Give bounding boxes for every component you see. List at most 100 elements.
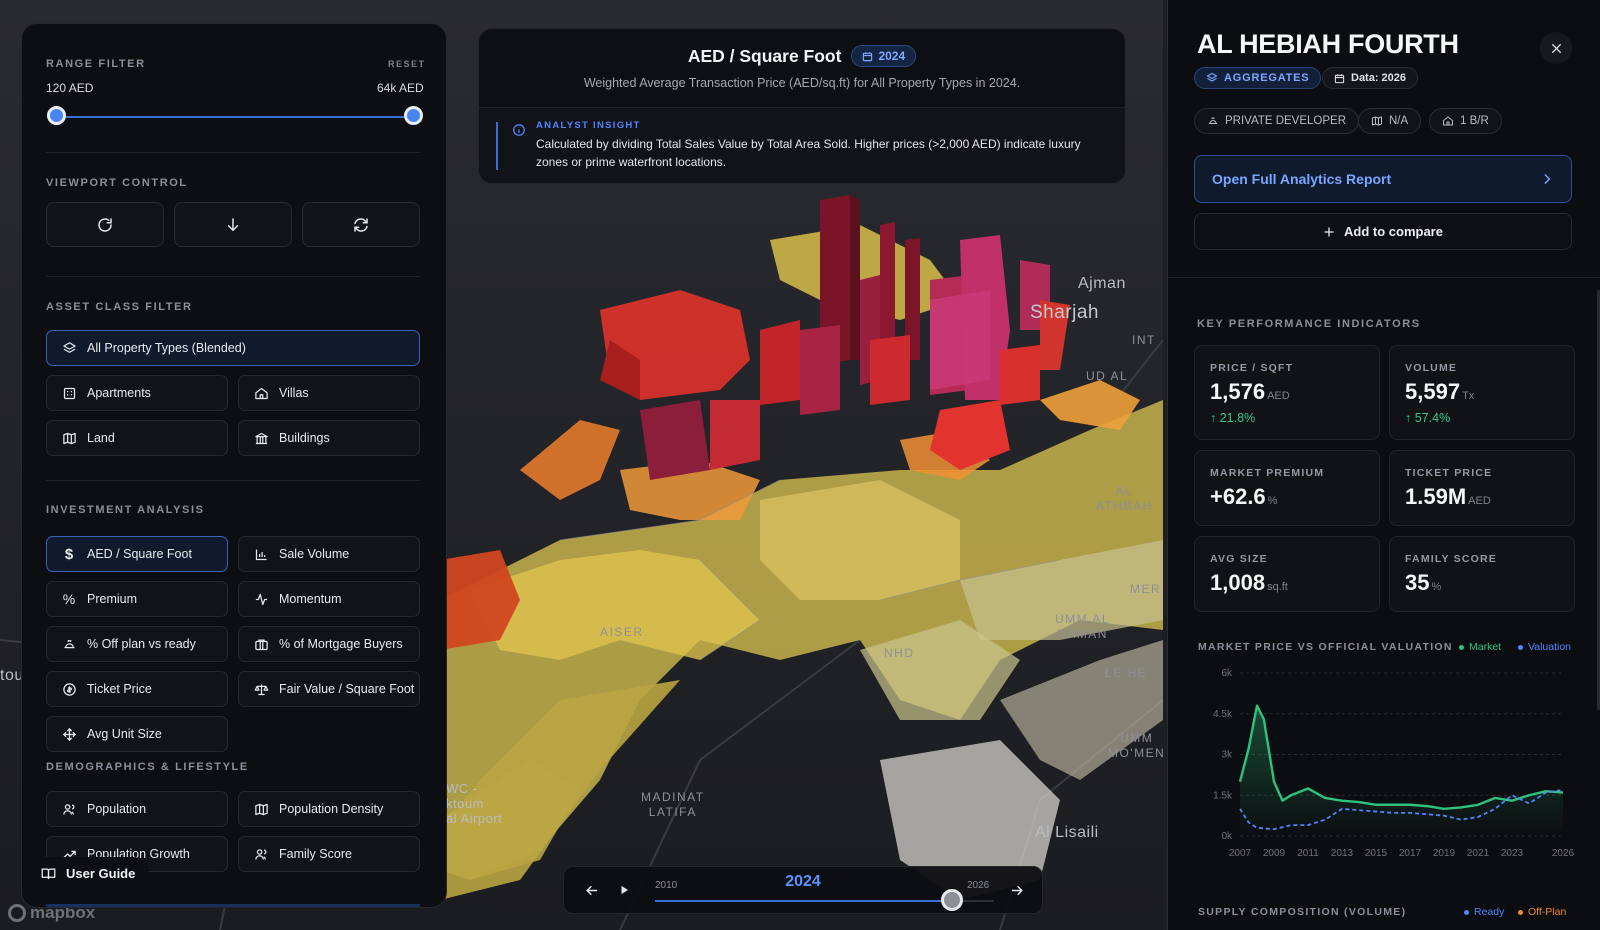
metric-aed-sqft-label: AED / Square Foot <box>87 547 192 561</box>
district-title: AL HEBIAH FOURTH <box>1197 29 1459 59</box>
asset-all-types-button[interactable]: All Property Types (Blended) <box>46 330 420 366</box>
metric-off-plan-button[interactable]: % Off plan vs ready <box>46 626 228 662</box>
open-analytics-report-button[interactable]: Open Full Analytics Report <box>1194 155 1572 203</box>
metric-avg-unit-size-button[interactable]: Avg Unit Size <box>46 716 228 752</box>
kpi-delta: ↑ 57.4% <box>1405 411 1451 425</box>
aggregates-label: AGGREGATES <box>1224 72 1310 84</box>
bar-chart-icon <box>255 549 266 560</box>
demo-family-score-button[interactable]: Family Score <box>238 836 420 872</box>
user-guide-button[interactable]: User Guide <box>25 857 149 889</box>
demo-family-score-label: Family Score <box>279 847 352 861</box>
legend-label: Ready <box>1474 906 1505 918</box>
asset-villas-label: Villas <box>279 386 309 400</box>
kpi-unit: Tx <box>1462 390 1475 402</box>
chart-ytick-label: 4.5k <box>1213 709 1233 720</box>
map-label-nhd: NHD <box>884 646 915 660</box>
legend-dot <box>1459 644 1464 650</box>
home-icon <box>254 387 268 399</box>
tag-developer-label: PRIVATE DEVELOPER <box>1225 115 1346 127</box>
metric-fair-value-button[interactable]: Fair Value / Square Foot <box>238 671 420 707</box>
metric-ticket-price-button[interactable]: Ticket Price <box>46 671 228 707</box>
tag-na: N/A <box>1358 108 1422 134</box>
map-label-al-lisaili: Al Lisaili <box>1035 824 1099 841</box>
rotate-view-button[interactable] <box>46 202 164 247</box>
metric-year-badge: 2024 <box>851 45 917 67</box>
users-icon <box>254 848 266 860</box>
map-label-airport: WC - ktoum al Airport <box>446 781 503 826</box>
chart-xtick-label: 2021 <box>1467 848 1490 859</box>
market-price-chart[interactable]: 0k 1.5k 3k 4.5k 6k 2007 2009 2011 2013 2015 2017 20… <box>1168 661 1600 876</box>
asset-villas-button[interactable]: Villas <box>238 375 420 411</box>
tag-developer: PRIVATE DEVELOPER <box>1194 108 1359 134</box>
map-label-umm-al-daman: UMM AL DAMAN <box>1055 612 1111 641</box>
timeline-next-button[interactable] <box>1005 878 1029 902</box>
kpi-value-number: 1,576 <box>1210 379 1266 404</box>
kpi-value-number: 1.59M <box>1405 484 1467 509</box>
chart-xtick-label: 2007 <box>1229 848 1252 859</box>
metric-sale-volume-button[interactable]: Sale Volume <box>238 536 420 572</box>
add-to-compare-button[interactable]: Add to compare <box>1194 213 1572 250</box>
calendar-icon <box>863 51 873 61</box>
metric-avg-unit-size-label: Avg Unit Size <box>87 727 162 741</box>
metric-premium-button[interactable]: % Premium <box>46 581 228 617</box>
range-reset-link[interactable]: RESET <box>388 59 426 69</box>
panel-scroll-indicator <box>46 904 420 907</box>
reset-view-button[interactable] <box>302 202 420 247</box>
metric-year: 2024 <box>878 49 906 63</box>
demo-population-density-button[interactable]: Population Density <box>238 791 420 827</box>
add-to-compare-label: Add to compare <box>1344 224 1443 239</box>
arrow-down-icon <box>227 217 239 231</box>
chart-xtick-label: 2015 <box>1365 848 1388 859</box>
map-label-al-athbah: AL ATHBAH <box>1096 484 1153 513</box>
kpi-unit: % <box>1431 581 1442 593</box>
legend-dot <box>1464 909 1469 915</box>
kpi-label: VOLUME <box>1405 362 1458 374</box>
analyst-insight: ANALYST INSIGHT Calculated by dividing T… <box>479 107 1125 183</box>
kpi-value-number: 5,597 <box>1405 379 1461 404</box>
range-slider-min-handle[interactable] <box>47 106 66 125</box>
map-label-mer: MER <box>1130 582 1162 596</box>
map-label-le-he: LE HE <box>1105 666 1148 680</box>
tilt-down-button[interactable] <box>174 202 292 247</box>
kpi-ticket-price: TICKET PRICE 1.59M AED <box>1389 450 1575 526</box>
map-icon <box>62 432 76 444</box>
metric-mortgage-buyers-label: % of Mortgage Buyers <box>279 637 403 651</box>
info-icon <box>513 124 525 136</box>
asset-apartments-button[interactable]: Apartments <box>46 375 228 411</box>
asset-land-button[interactable]: Land <box>46 420 228 456</box>
users-icon <box>62 803 74 815</box>
demographics-label: DEMOGRAPHICS & LIFESTYLE <box>46 761 249 773</box>
demo-population-button[interactable]: Population <box>46 791 228 827</box>
timeline-handle[interactable] <box>940 889 963 911</box>
tag-bedrooms-label: 1 B/R <box>1460 115 1489 127</box>
percent-icon: % <box>62 591 76 607</box>
range-slider-max-handle[interactable] <box>404 106 423 125</box>
kpi-value: +62.6% <box>1210 484 1277 510</box>
range-slider-track[interactable] <box>56 116 414 118</box>
aggregates-badge: AGGREGATES <box>1194 67 1322 89</box>
layers-icon <box>1206 72 1218 82</box>
map-label-int: INT <box>1132 333 1156 347</box>
refresh-icon <box>354 217 368 232</box>
hard-hat-icon <box>1209 117 1217 124</box>
asset-class-label: ASSET CLASS FILTER <box>46 301 193 313</box>
close-panel-button[interactable] <box>1540 32 1572 64</box>
metric-momentum-button[interactable]: Momentum <box>238 581 420 617</box>
landmark-icon <box>254 432 268 444</box>
district-detail-panel: AL HEBIAH FOURTH AGGREGATES Data: 2026 P… <box>1167 0 1600 930</box>
metric-premium-label: Premium <box>87 592 138 606</box>
asset-buildings-button[interactable]: Buildings <box>238 420 420 456</box>
activity-icon <box>255 593 267 605</box>
map-label-sharjah: Sharjah <box>1030 302 1099 323</box>
range-min-value: 120 AED <box>46 81 94 95</box>
kpi-unit: AED <box>1468 495 1491 507</box>
metric-mortgage-buyers-button[interactable]: % of Mortgage Buyers <box>238 626 420 662</box>
metric-aed-sqft-button[interactable]: $ AED / Square Foot <box>46 536 228 572</box>
book-open-icon <box>41 868 56 879</box>
chart-ytick-label: 3k <box>1221 750 1233 761</box>
kpi-price-sqft: PRICE / SQFT 1,576 AED ↑ 21.8% <box>1194 345 1380 440</box>
chart-xtick-label: 2011 <box>1297 848 1319 859</box>
kpi-delta: ↑ 21.8% <box>1210 411 1256 425</box>
legend-label: Market <box>1469 641 1502 653</box>
kpi-value: 1.59M AED <box>1405 484 1491 510</box>
